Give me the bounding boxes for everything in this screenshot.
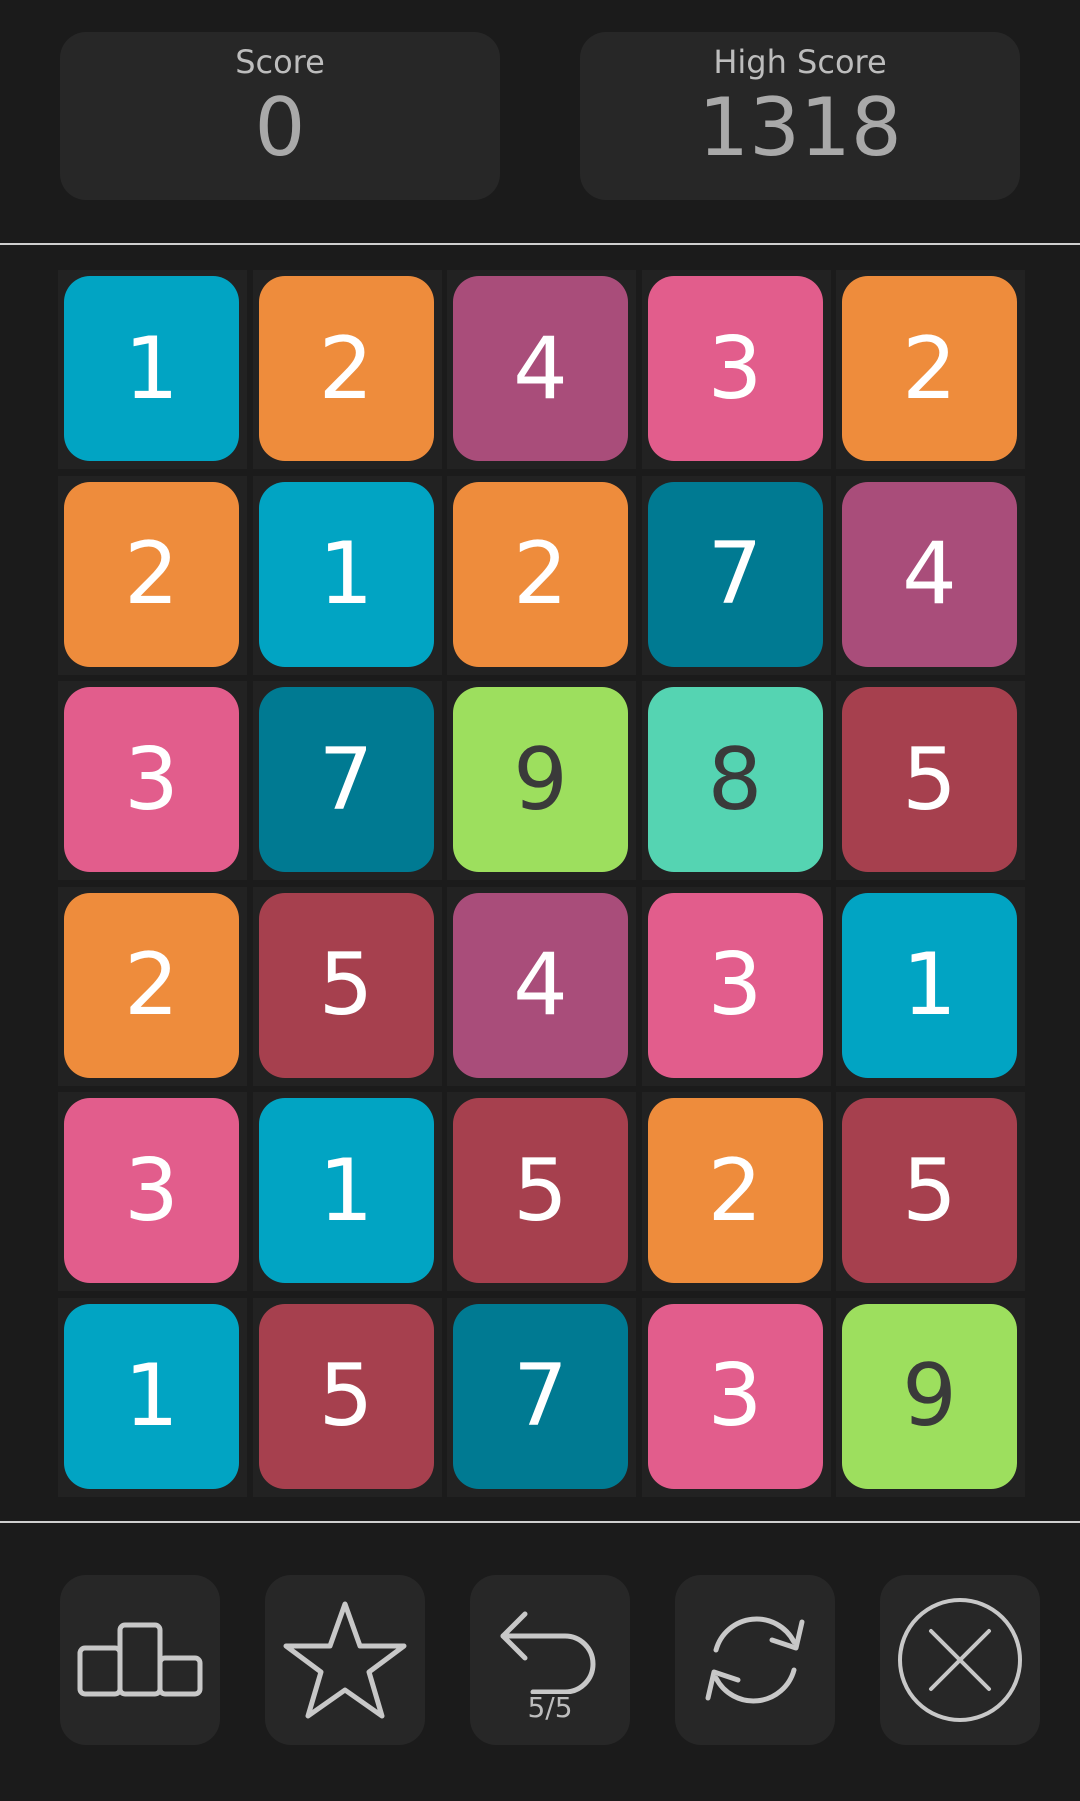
tile[interactable]: 3 [647,1303,823,1489]
close-circle-icon [898,1598,1022,1722]
tile[interactable]: 1 [842,892,1017,1078]
score-panel: Score 0 [60,32,500,200]
tile[interactable]: 2 [64,892,239,1078]
board-cell: 7 [641,475,831,675]
board-cell: 1 [58,270,247,469]
tile[interactable]: 5 [453,1098,628,1283]
game-board: 124322127437985254313152515739 [58,270,1025,1497]
board-cell: 1 [252,475,442,675]
tile[interactable]: 5 [258,1303,434,1489]
tile[interactable]: 7 [647,481,823,667]
board-cell: 9 [836,1297,1025,1497]
board-cell: 8 [641,681,831,880]
tile[interactable]: 3 [647,892,823,1078]
tile[interactable]: 3 [64,1098,239,1283]
close-button[interactable] [880,1575,1040,1745]
board-cell: 3 [641,886,831,1086]
board-cell: 5 [836,1092,1025,1291]
undo-button[interactable]: 5/5 [470,1575,630,1745]
undo-count: 5/5 [527,1691,573,1724]
favorite-button[interactable] [265,1575,425,1745]
board-cell: 3 [58,1092,247,1291]
star-icon [283,1601,407,1719]
board-cell: 5 [836,681,1025,880]
tile[interactable]: 9 [453,687,628,872]
tile[interactable]: 5 [258,892,434,1078]
tile[interactable]: 3 [64,687,239,872]
high-score-value: 1318 [698,80,902,174]
board-cell: 4 [836,475,1025,675]
board-cell: 5 [252,886,442,1086]
tile[interactable]: 1 [258,481,434,667]
board-cell: 3 [641,270,831,469]
undo-arrow-icon [500,1611,596,1694]
board-cell: 4 [447,886,636,1086]
tile[interactable]: 9 [842,1303,1017,1489]
board-cell: 7 [447,1297,636,1497]
board-cell: 9 [447,681,636,880]
board-cell: 5 [252,1297,442,1497]
board-cell: 1 [58,1297,247,1497]
tile[interactable]: 7 [258,687,434,872]
refresh-icon [705,1616,805,1704]
board-cell: 2 [58,886,247,1086]
score-value: 0 [254,80,306,174]
tile[interactable]: 2 [258,276,434,461]
tile[interactable]: 5 [842,1098,1017,1283]
podium-icon [77,1622,203,1697]
high-score-panel: High Score 1318 [580,32,1020,200]
tile[interactable]: 3 [647,276,823,461]
board-cell: 4 [447,270,636,469]
tile[interactable]: 5 [842,687,1017,872]
bottom-divider [0,1521,1080,1523]
board-cell: 5 [447,1092,636,1291]
board-cell: 1 [252,1092,442,1291]
tile[interactable]: 2 [647,1098,823,1283]
board-cell: 2 [252,270,442,469]
tile[interactable]: 8 [647,687,823,872]
top-divider [0,243,1080,245]
board-cell: 1 [836,886,1025,1086]
board-cell: 2 [641,1092,831,1291]
tile[interactable]: 1 [258,1098,434,1283]
board-cell: 2 [447,475,636,675]
board-cell: 2 [836,270,1025,469]
board-cell: 3 [641,1297,831,1497]
tile[interactable]: 7 [453,1303,628,1489]
tile[interactable]: 2 [64,481,239,667]
tile[interactable]: 4 [453,892,628,1078]
tile[interactable]: 2 [453,481,628,667]
board-cell: 2 [58,475,247,675]
board-cell: 7 [252,681,442,880]
score-label: Score [235,43,325,81]
board-cell: 3 [58,681,247,880]
tile[interactable]: 4 [453,276,628,461]
restart-button[interactable] [675,1575,835,1745]
high-score-label: High Score [713,43,887,81]
leaderboard-button[interactable] [60,1575,220,1745]
tile[interactable]: 2 [842,276,1017,461]
tile[interactable]: 4 [842,481,1017,667]
tile[interactable]: 1 [64,1303,239,1489]
tile[interactable]: 1 [64,276,239,461]
